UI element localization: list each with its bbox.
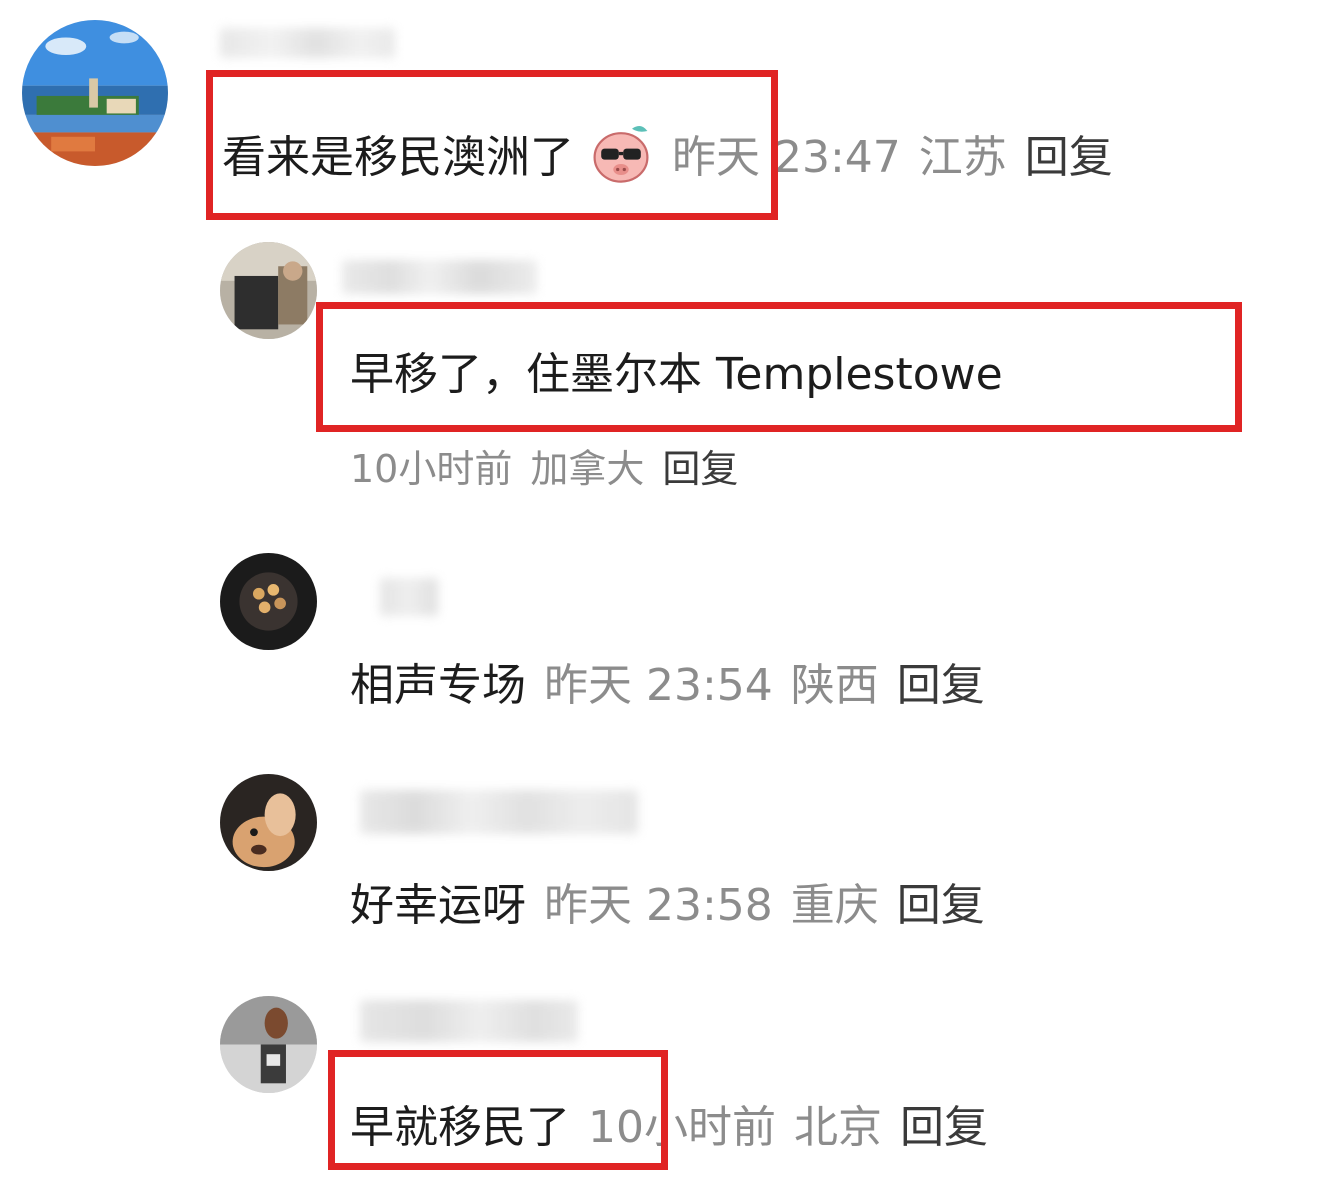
- reply-button[interactable]: 回复: [897, 869, 985, 933]
- comment-meta-line: 10小时前 加拿大 回复: [350, 437, 738, 493]
- username-redacted[interactable]: [342, 260, 537, 294]
- comment-location: 陕西: [790, 660, 879, 711]
- comment-text: 好幸运呀: [350, 880, 526, 931]
- comment-time: 昨天 23:58: [544, 880, 773, 931]
- comment-line: 相声专场 昨天 23:54 陕西 回复: [350, 648, 985, 714]
- username-redacted[interactable]: [220, 28, 395, 58]
- avatar-image: [220, 774, 317, 871]
- highlight-box: [206, 70, 778, 220]
- comment-line: 好幸运呀 昨天 23:58 重庆 回复: [350, 868, 985, 934]
- comment-text: 相声专场: [350, 660, 526, 711]
- highlight-box: [328, 1050, 668, 1170]
- avatar-image: [220, 996, 317, 1093]
- comment-time: 昨天 23:54: [544, 660, 773, 711]
- username-redacted[interactable]: [360, 1000, 578, 1042]
- comment-location: 加拿大: [530, 446, 645, 491]
- avatar[interactable]: [220, 242, 317, 339]
- reply-button[interactable]: 回复: [1025, 121, 1113, 185]
- avatar[interactable]: [22, 20, 168, 166]
- avatar[interactable]: [220, 774, 317, 871]
- username-redacted[interactable]: [380, 578, 438, 616]
- reply-button[interactable]: 回复: [897, 649, 985, 713]
- avatar-image: [22, 20, 168, 166]
- comment-location: 江苏: [918, 132, 1007, 183]
- avatar[interactable]: [220, 553, 317, 650]
- comment-location: 北京: [794, 1102, 882, 1153]
- username-redacted[interactable]: [360, 790, 638, 834]
- reply-button[interactable]: 回复: [662, 438, 738, 493]
- highlight-box: [316, 302, 1242, 432]
- avatar-image: [220, 553, 317, 650]
- avatar-image: [220, 242, 317, 339]
- reply-button[interactable]: 回复: [900, 1091, 988, 1155]
- comment-time: 10小时前: [350, 446, 513, 491]
- comment-location: 重庆: [790, 880, 879, 931]
- avatar[interactable]: [220, 996, 317, 1093]
